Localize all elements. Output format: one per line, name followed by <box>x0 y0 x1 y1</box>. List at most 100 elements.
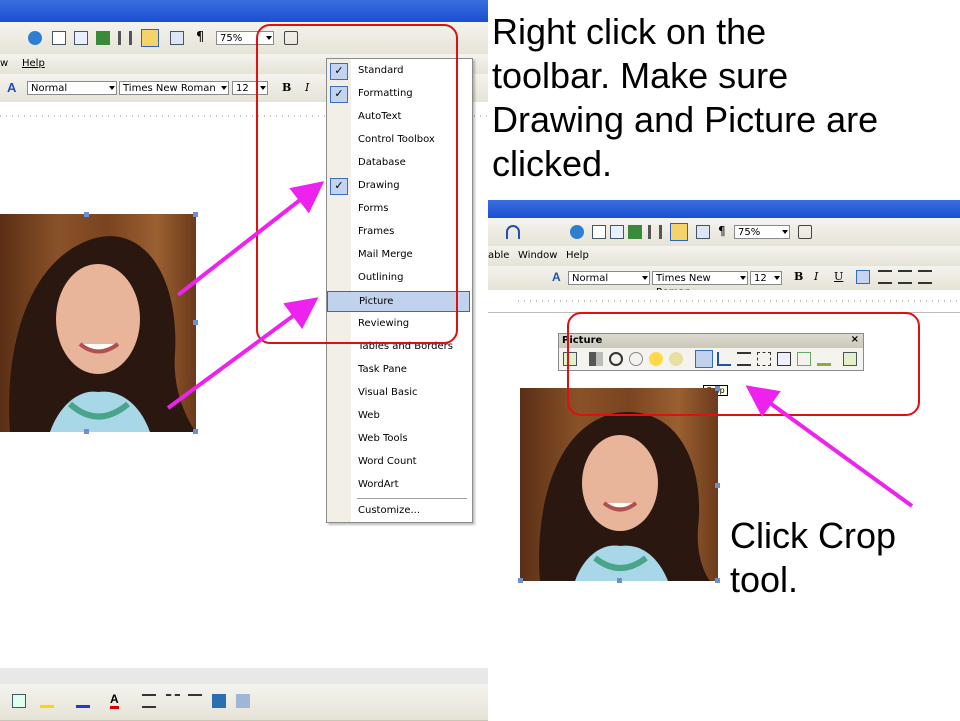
right-size-value: 12 <box>754 273 767 284</box>
menu-help[interactable]: Help <box>22 58 45 69</box>
right-ruler-ticks <box>518 300 960 302</box>
right-photo <box>520 388 718 581</box>
left-photo-handle-br[interactable] <box>193 429 198 434</box>
size-value: 12 <box>236 83 249 94</box>
instruction-top-line-2: toolbar. Make sure <box>492 55 789 96</box>
right-photo-handle-bl[interactable] <box>518 578 523 583</box>
right-zoom-combo[interactable]: 75% <box>734 225 790 239</box>
table-icon[interactable] <box>52 31 66 45</box>
excel-icon[interactable] <box>96 31 110 45</box>
right-horizontal-ruler <box>488 290 960 313</box>
menu-item-wordart[interactable]: WordArt <box>327 475 470 496</box>
3d-icon[interactable] <box>236 694 250 708</box>
align-center-icon[interactable] <box>878 270 892 284</box>
right-standard-toolbar: ¶ 75% <box>488 218 960 247</box>
right-table-icon[interactable] <box>592 225 606 239</box>
show-hide-icon[interactable]: ¶ <box>196 30 204 45</box>
right-underline-button[interactable]: U <box>834 270 843 283</box>
right-style-value: Normal <box>572 273 609 284</box>
right-italic-button[interactable]: I <box>814 270 818 283</box>
menu-item-customize[interactable]: Customize... <box>327 501 470 522</box>
font-combo[interactable]: Times New Roman <box>119 81 229 95</box>
instruction-top-line-1: Right click on the <box>492 11 767 52</box>
menu-item-web-tools[interactable]: Web Tools <box>327 429 470 450</box>
right-menu-help[interactable]: Help <box>566 250 589 261</box>
menu-item-label: Visual Basic <box>358 387 418 398</box>
drawing-toolbar: A <box>0 684 488 721</box>
menu-item-label: Customize... <box>358 505 421 516</box>
insert-table-icon[interactable] <box>74 31 88 45</box>
right-bold-button[interactable]: B <box>794 270 803 283</box>
menu-item-web[interactable]: Web <box>327 406 470 427</box>
window-title-bar <box>0 0 488 22</box>
instruction-bottom: Click Crop tool. <box>730 514 955 602</box>
drawing-icon[interactable] <box>141 29 159 47</box>
right-excel-icon[interactable] <box>628 225 642 239</box>
menu-item-label: Task Pane <box>358 364 407 375</box>
right-size-combo[interactable]: 12 <box>750 271 782 285</box>
status-area <box>0 668 488 684</box>
right-zoom-value: 75% <box>738 227 761 238</box>
align-right-icon[interactable] <box>898 270 912 284</box>
menu-window-fragment[interactable]: w <box>0 58 8 69</box>
right-photo-handle-mr[interactable] <box>715 483 720 488</box>
style-value: Normal <box>31 83 68 94</box>
document-map-icon[interactable] <box>170 31 184 45</box>
globe-icon[interactable] <box>28 31 42 45</box>
right-columns-icon[interactable] <box>648 225 662 239</box>
instruction-bottom-line-2: tool. <box>730 559 799 600</box>
picture-toolbar-highlight-box <box>567 312 920 416</box>
right-photo-handle-br[interactable] <box>715 578 720 583</box>
align-left-icon[interactable] <box>856 270 870 284</box>
right-insert-table-icon[interactable] <box>610 225 624 239</box>
right-styles-icon[interactable]: A <box>552 270 561 284</box>
menu-item-task-pane[interactable]: Task Pane <box>327 360 470 381</box>
right-doc-map-icon[interactable] <box>696 225 710 239</box>
right-help-icon[interactable] <box>798 225 812 239</box>
menu-item-visual-basic[interactable]: Visual Basic <box>327 383 470 404</box>
shadow-icon[interactable] <box>212 694 226 708</box>
line-style-icon[interactable] <box>142 694 156 708</box>
left-photo-handle-tc[interactable] <box>84 212 89 217</box>
menu-item-label: WordArt <box>358 479 399 490</box>
menu-separator <box>357 498 467 499</box>
left-photo-handle-mr[interactable] <box>193 320 198 325</box>
instruction-top-line-3: Drawing and Picture are <box>492 99 879 140</box>
fill-color-icon[interactable] <box>40 694 54 708</box>
line-color-icon[interactable] <box>76 694 90 708</box>
zoom-value: 75% <box>220 33 243 44</box>
right-font-combo[interactable]: Times New Roman <box>652 271 748 298</box>
styles-icon[interactable]: A <box>7 80 16 95</box>
menu-item-label: Web <box>358 410 380 421</box>
right-show-hide-icon[interactable]: ¶ <box>718 224 726 238</box>
instruction-top: Right click on the toolbar. Make sure Dr… <box>492 10 957 186</box>
style-combo[interactable]: Normal <box>27 81 117 95</box>
right-window-title-bar <box>488 200 960 218</box>
menu-item-label: Web Tools <box>358 433 408 444</box>
menu-item-label: Word Count <box>358 456 417 467</box>
right-globe-icon[interactable] <box>570 225 584 239</box>
justify-icon[interactable] <box>918 270 932 284</box>
arrow-style-icon[interactable] <box>188 694 202 708</box>
right-drawing-icon[interactable] <box>670 223 688 241</box>
menu-highlight-box <box>256 24 458 344</box>
right-style-combo[interactable]: Normal <box>568 271 650 285</box>
left-photo-portrait <box>9 236 196 432</box>
font-color-icon[interactable]: A <box>110 692 119 709</box>
columns-icon[interactable] <box>118 31 132 45</box>
insert-picture-icon[interactable] <box>12 694 26 708</box>
font-value: Times New Roman <box>123 83 216 94</box>
right-menu-bar: able Window Help <box>488 246 960 267</box>
menu-item-word-count[interactable]: Word Count <box>327 452 470 473</box>
left-photo <box>0 214 196 432</box>
instruction-top-line-4: clicked. <box>492 143 613 184</box>
dash-style-icon[interactable] <box>166 694 180 708</box>
right-photo-portrait <box>539 411 710 581</box>
right-photo-handle-bc[interactable] <box>617 578 622 583</box>
left-photo-handle-tr[interactable] <box>193 212 198 217</box>
right-menu-window[interactable]: Window <box>518 250 557 261</box>
right-menu-table[interactable]: able <box>488 250 509 261</box>
left-photo-handle-bc[interactable] <box>84 429 89 434</box>
right-formatting-toolbar: A Normal Times New Roman 12 B I U <box>488 266 960 298</box>
undo-icon[interactable] <box>506 225 520 239</box>
